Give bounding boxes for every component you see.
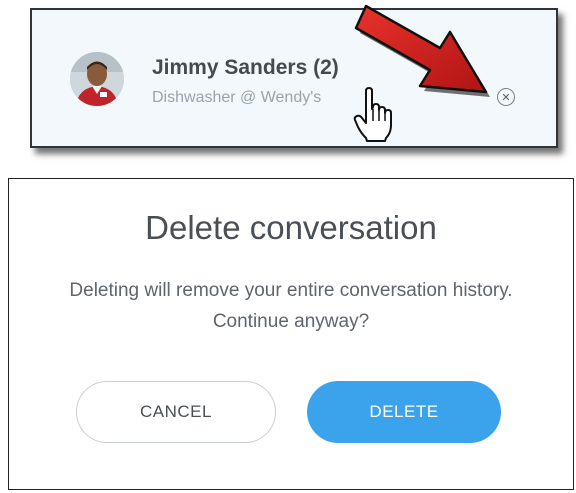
delete-button[interactable]: DELETE (307, 381, 501, 443)
contact-name: Jimmy Sanders (2) (152, 56, 339, 79)
hand-cursor-icon (353, 87, 392, 142)
contact-subtitle: Dishwasher @ Wendy's (152, 89, 322, 106)
dialog-title: Delete conversation (145, 209, 437, 246)
screenshot: Jimmy Sanders (2) Dishwasher @ Wendy's 2… (0, 0, 576, 493)
avatar (70, 52, 124, 106)
user-photo-icon (70, 52, 124, 106)
delete-conversation-dialog: Delete conversation Deleting will remove… (8, 178, 574, 490)
dialog-message: Deleting will remove your entire convers… (69, 280, 513, 332)
cancel-button[interactable]: CANCEL (76, 381, 276, 443)
